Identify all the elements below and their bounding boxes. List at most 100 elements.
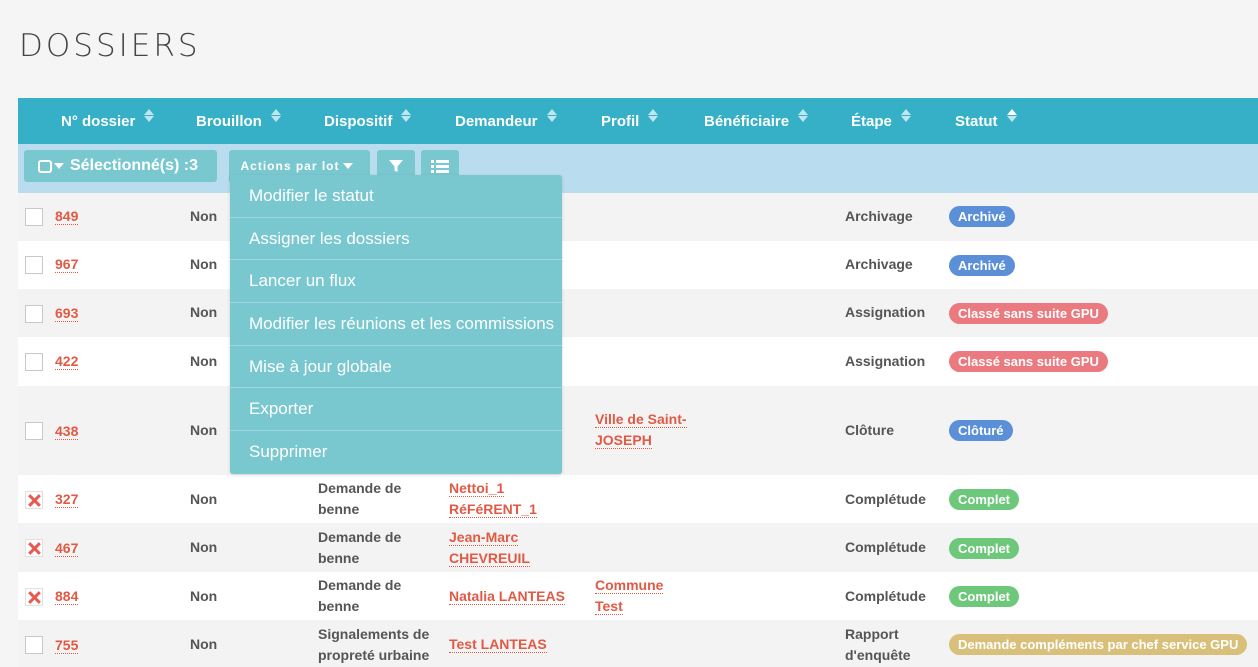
menu-item-modifier-reunions[interactable]: Modifier les réunions et les commissions: [230, 303, 562, 346]
etape-value: Archivage: [845, 208, 913, 224]
sort-icon[interactable]: [1006, 109, 1018, 123]
table-row[interactable]: 755 Non Signalements de propreté urbaine …: [18, 620, 1258, 667]
table-row[interactable]: 438 Non Ville de Saint- JOSEPH Clôture Cl…: [18, 386, 1258, 475]
status-badge: Classé sans suite GPU: [949, 303, 1108, 324]
menu-item-assigner-dossiers[interactable]: Assigner les dossiers: [230, 218, 562, 261]
beneficiaire-link[interactable]: Commune: [595, 577, 664, 594]
menu-item-lancer-flux[interactable]: Lancer un flux: [230, 260, 562, 304]
table-row[interactable]: 967 Non Archivage Archivé: [18, 241, 1258, 289]
column-header-numero[interactable]: N° dossier: [61, 98, 155, 144]
brouillon-value: Non: [190, 256, 218, 272]
beneficiaire-link[interactable]: Ville de Saint-: [595, 411, 687, 428]
column-header-etape[interactable]: Étape: [851, 98, 912, 144]
brouillon-value: Non: [190, 208, 218, 224]
demandeur-link[interactable]: Jean-Marc: [449, 529, 519, 546]
column-label: N° dossier: [61, 112, 136, 130]
menu-item-modifier-statut[interactable]: Modifier le statut: [230, 175, 562, 218]
row-checkbox[interactable]: [25, 353, 43, 371]
chevron-down-icon: [342, 163, 353, 169]
dossier-link[interactable]: 438: [55, 423, 79, 440]
dossier-link[interactable]: 422: [55, 353, 79, 370]
dispositif-value: Demande de: [318, 480, 402, 496]
bulk-actions-label: Actions par lot: [240, 159, 340, 173]
row-checkbox[interactable]: [25, 588, 43, 606]
row-checkbox[interactable]: [25, 208, 43, 226]
dossier-link[interactable]: 693: [55, 305, 79, 322]
sort-icon[interactable]: [400, 109, 412, 123]
row-checkbox[interactable]: [25, 539, 43, 557]
list-icon: [431, 159, 449, 173]
demandeur-link[interactable]: CHEVREUIL: [449, 550, 530, 567]
selected-count: Sélectionné(s) :3: [70, 157, 199, 174]
filter-icon: [389, 160, 403, 172]
menu-item-exporter[interactable]: Exporter: [230, 388, 562, 432]
select-all-button[interactable]: Sélectionné(s) :3: [24, 150, 217, 182]
dispositif-value: Signalements de: [318, 626, 430, 642]
status-badge: Classé sans suite GPU: [949, 351, 1108, 372]
etape-value: Complétude: [845, 539, 926, 555]
sort-icon[interactable]: [546, 109, 558, 123]
table-row[interactable]: 327 Non Demande de benne Nettoi_1 RéFéRENT…: [18, 475, 1258, 523]
dossier-link[interactable]: 849: [55, 208, 79, 225]
brouillon-value: Non: [190, 422, 218, 438]
status-badge: Complet: [949, 586, 1019, 607]
table-row[interactable]: 422 Non Assignation Classé sans suite GP…: [18, 337, 1258, 386]
etape-value: Rapport: [845, 626, 899, 642]
sort-icon[interactable]: [900, 109, 912, 123]
beneficiaire-link[interactable]: JOSEPH: [595, 432, 652, 449]
demandeur-link[interactable]: Nettoi_1: [449, 480, 505, 497]
column-label: Demandeur: [455, 112, 538, 130]
etape-value: Assignation: [845, 304, 926, 320]
sort-icon[interactable]: [143, 109, 155, 123]
column-header-brouillon[interactable]: Brouillon: [196, 98, 282, 144]
dossier-link[interactable]: 884: [55, 588, 79, 605]
row-checkbox[interactable]: [25, 636, 43, 654]
dispositif-value: Demande de: [318, 577, 402, 593]
dossier-link[interactable]: 467: [55, 540, 79, 557]
etape-value: Clôture: [845, 422, 894, 438]
brouillon-value: Non: [190, 636, 218, 652]
etape-value: Complétude: [845, 491, 926, 507]
column-header-profil[interactable]: Profil: [601, 98, 659, 144]
row-checkbox[interactable]: [25, 422, 43, 440]
dossier-link[interactable]: 755: [55, 637, 79, 654]
row-checkbox[interactable]: [25, 305, 43, 323]
column-header-dispositif[interactable]: Dispositif: [324, 98, 412, 144]
table-toolbar: Sélectionné(s) :3 Actions par lot: [18, 144, 1258, 193]
column-label: Dispositif: [324, 112, 393, 130]
demandeur-link[interactable]: Test LANTEAS: [449, 636, 547, 653]
column-header-demandeur[interactable]: Demandeur: [455, 98, 558, 144]
column-header-beneficiaire[interactable]: Bénéficiaire: [704, 98, 809, 144]
status-badge: Archivé: [949, 206, 1015, 227]
row-checkbox[interactable]: [25, 491, 43, 509]
table-header: N° dossier Brouillon Dispositif Demandeu…: [18, 98, 1258, 144]
etape-value: Assignation: [845, 353, 926, 369]
sort-icon[interactable]: [270, 109, 282, 123]
column-label: Brouillon: [196, 112, 262, 130]
dossier-link[interactable]: 327: [55, 491, 79, 508]
menu-item-mise-a-jour[interactable]: Mise à jour globale: [230, 346, 562, 389]
dossier-link[interactable]: 967: [55, 256, 79, 273]
dispositif-value: benne: [318, 598, 360, 614]
sort-icon[interactable]: [797, 109, 809, 123]
dispositif-value: Demande de: [318, 529, 402, 545]
table-row[interactable]: 693 Non Assignation Classé sans suite GP…: [18, 289, 1258, 337]
dispositif-value: propreté urbaine: [318, 647, 430, 663]
row-checkbox[interactable]: [25, 256, 43, 274]
brouillon-value: Non: [190, 353, 218, 369]
menu-item-supprimer[interactable]: Supprimer: [230, 431, 562, 474]
sort-icon[interactable]: [647, 109, 659, 123]
table-row[interactable]: 849 Non Archivage Archivé: [18, 193, 1258, 241]
etape-value: d'enquête: [845, 647, 911, 663]
demandeur-link[interactable]: Natalia LANTEAS: [449, 588, 565, 605]
status-badge: Complet: [949, 538, 1019, 559]
checkbox-icon: [38, 159, 52, 173]
brouillon-value: Non: [190, 588, 218, 604]
column-header-statut[interactable]: Statut: [955, 98, 1018, 144]
column-label: Étape: [851, 112, 892, 130]
table-row[interactable]: 884 Non Demande de benne Natalia LANTEAS …: [18, 572, 1258, 620]
beneficiaire-link[interactable]: Test: [595, 598, 623, 615]
table-row[interactable]: 467 Non Demande de benne Jean-Marc CHEVREU…: [18, 523, 1258, 572]
etape-value: Complétude: [845, 588, 926, 604]
demandeur-link[interactable]: RéFéRENT_1: [449, 501, 537, 518]
